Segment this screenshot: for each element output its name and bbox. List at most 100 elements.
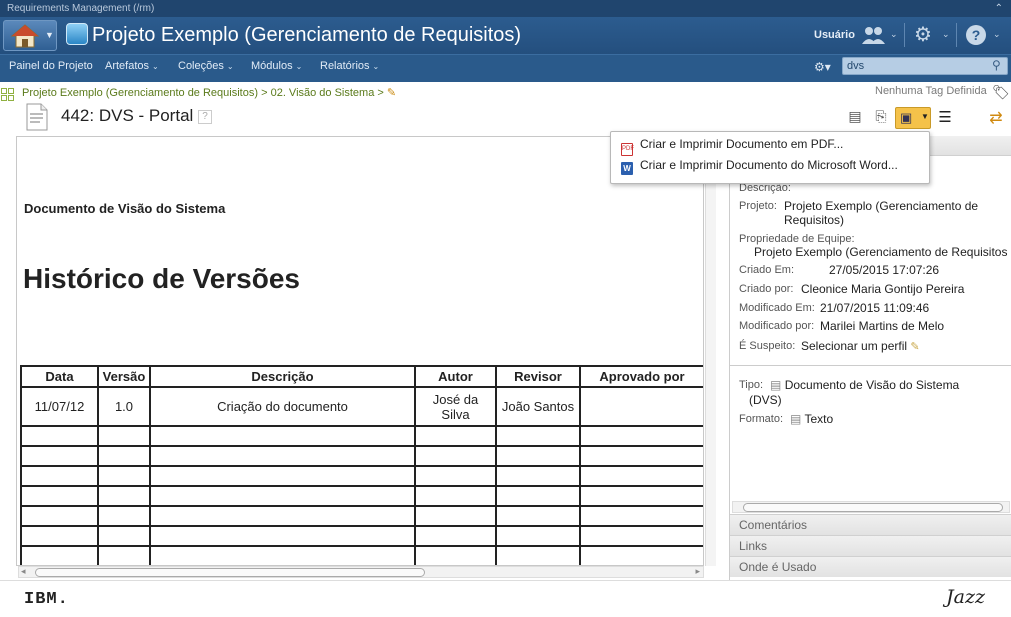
- table-row: [20, 525, 703, 547]
- refresh-icon[interactable]: ⇄: [987, 108, 1005, 128]
- nav-label: Painel do Projeto: [9, 60, 93, 72]
- table-cell: [495, 425, 581, 447]
- projeto-value[interactable]: Projeto Exemplo (Gerenciamento de Requis…: [784, 199, 1010, 227]
- table-cell: [495, 545, 581, 565]
- artifact-help-icon[interactable]: ?: [198, 110, 213, 124]
- table-cell: [149, 425, 416, 447]
- propriedade-value[interactable]: Projeto Exemplo (Gerenciamento de Requis…: [754, 245, 1007, 259]
- formato-label: Formato:: [739, 413, 784, 425]
- history-icon[interactable]: ▤: [846, 108, 864, 128]
- gear-icon[interactable]: ⚙: [914, 22, 932, 47]
- menu-item-word[interactable]: W Criar e Imprimir Documento do Microsoft…: [621, 158, 898, 175]
- search-input[interactable]: dvs: [842, 57, 1008, 75]
- section-onde-e-usado[interactable]: Onde é Usado: [730, 556, 1011, 577]
- table-row: [20, 425, 703, 447]
- nav-label: Artefatos: [105, 60, 150, 72]
- scroll-thumb[interactable]: [35, 568, 425, 577]
- document-horizontal-scrollbar[interactable]: ◂ ▸: [18, 566, 704, 578]
- project-title[interactable]: Projeto Exemplo (Gerenciamento de Requis…: [92, 24, 521, 47]
- nav-artefatos[interactable]: Artefatos ⌄: [105, 55, 159, 81]
- breadcrumb-project[interactable]: Projeto Exemplo (Gerenciamento de Requis…: [22, 87, 258, 99]
- history-title: Histórico de Versões: [23, 263, 301, 294]
- section-links[interactable]: Links: [730, 535, 1011, 556]
- modificado-por-value[interactable]: Marilei Martins de Melo: [820, 319, 944, 333]
- table-cell: [20, 465, 99, 487]
- mini-dashboard-icon[interactable]: [1, 88, 14, 101]
- table-cell: [495, 505, 581, 527]
- table-cell: [149, 525, 416, 547]
- table-cell: [495, 465, 581, 487]
- breadcrumb-folder[interactable]: 02. Visão do Sistema: [271, 87, 375, 99]
- table-cell: [579, 505, 703, 527]
- criado-em-value: 27/05/2015 17:07:26: [829, 263, 940, 277]
- artifact-id: 442:: [61, 106, 95, 125]
- header: ▼ Projeto Exemplo (Gerenciamento de Requ…: [0, 17, 1011, 54]
- table-header-row: Data Versão Descrição Autor Revisor Apro…: [20, 365, 703, 388]
- ibm-logo: IBM.: [24, 590, 69, 609]
- home-button[interactable]: ▼: [3, 20, 57, 51]
- tipo-value[interactable]: ▤ Documento de Visão do Sistema: [770, 378, 959, 392]
- nav-painel-do-projeto[interactable]: Painel do Projeto: [9, 55, 93, 81]
- document-editor[interactable]: Documento de Visão do Sistema Histórico …: [16, 136, 704, 566]
- suspeito-value[interactable]: Selecionar um perfil ✎: [801, 339, 920, 353]
- scroll-thumb[interactable]: [743, 503, 1003, 512]
- home-menu-chevron-icon[interactable]: ▼: [45, 30, 54, 40]
- users-chevron-icon[interactable]: ⌄: [890, 29, 898, 40]
- table-cell: [495, 485, 581, 507]
- breadcrumb: Projeto Exemplo (Gerenciamento de Requis…: [22, 86, 396, 99]
- scroll-left-icon[interactable]: ◂: [21, 566, 26, 577]
- chevron-down-icon: ⌄: [295, 62, 303, 71]
- search-scope-icon[interactable]: ⚙▾: [814, 60, 831, 74]
- chevron-down-icon: ⌄: [226, 62, 234, 71]
- new-from-icon[interactable]: ⎘: [872, 108, 890, 128]
- criado-por-value[interactable]: Cleonice Maria Gontijo Pereira: [801, 282, 964, 296]
- table-cell: [97, 505, 151, 527]
- table-cell: [97, 545, 151, 565]
- table-cell: [414, 425, 497, 447]
- print-document-button[interactable]: ▣ ▼: [895, 107, 931, 129]
- pdf-icon: PDF: [621, 143, 634, 156]
- edit-profile-icon: ✎: [910, 341, 920, 353]
- word-icon: W: [621, 162, 633, 175]
- tag-icon[interactable]: 🏷: [992, 84, 1010, 101]
- table-cell: [149, 505, 416, 527]
- table-cell: Criação do documento: [149, 386, 416, 427]
- menu-item-pdf[interactable]: PDF Criar e Imprimir Documento em PDF...: [621, 137, 843, 156]
- table-row: [20, 445, 703, 467]
- projeto-label: Projeto:: [739, 200, 777, 212]
- collapse-icon[interactable]: ⌃: [995, 0, 1003, 17]
- nav-modulos[interactable]: Módulos ⌄: [251, 55, 302, 81]
- nav-colecoes[interactable]: Coleções ⌄: [178, 55, 234, 81]
- table-cell: [97, 485, 151, 507]
- help-chevron-icon[interactable]: ⌄: [993, 29, 1001, 40]
- more-actions-icon[interactable]: ☰: [936, 108, 954, 128]
- formato-value: ▤ Texto: [790, 412, 833, 426]
- table-cell: [20, 445, 99, 467]
- table-cell: João Santos: [495, 386, 581, 427]
- table-cell: [20, 525, 99, 547]
- table-cell: 1.0: [97, 386, 151, 427]
- tags-label[interactable]: Nenhuma Tag Definida: [875, 85, 987, 97]
- scroll-right-icon[interactable]: ▸: [695, 566, 700, 577]
- tipo-value-abbr: (DVS): [749, 393, 782, 407]
- panel-horizontal-scrollbar[interactable]: [732, 501, 1010, 513]
- nav-label: Coleções: [178, 60, 224, 72]
- column-header: Data: [20, 365, 99, 388]
- table-cell: [579, 485, 703, 507]
- help-icon[interactable]: ?: [966, 25, 986, 45]
- nav-relatorios[interactable]: Relatórios ⌄: [320, 55, 379, 81]
- pencil-icon[interactable]: ✎: [387, 87, 396, 99]
- project-icon: [66, 23, 88, 45]
- table-cell: [20, 505, 99, 527]
- gear-chevron-icon[interactable]: ⌄: [942, 29, 950, 40]
- users-icon[interactable]: [862, 25, 886, 50]
- section-comentarios[interactable]: Comentários: [730, 514, 1011, 535]
- document-vertical-scrollbar[interactable]: [705, 182, 716, 566]
- footer: IBM. Jazz: [0, 580, 1011, 617]
- table-cell: [579, 425, 703, 447]
- user-menu-label[interactable]: Usuário: [814, 29, 855, 41]
- artifact-name[interactable]: DVS - Portal: [99, 106, 193, 125]
- table-cell: [414, 465, 497, 487]
- search-icon[interactable]: ⚲: [992, 58, 1001, 72]
- tipo-label: Tipo:: [739, 379, 764, 391]
